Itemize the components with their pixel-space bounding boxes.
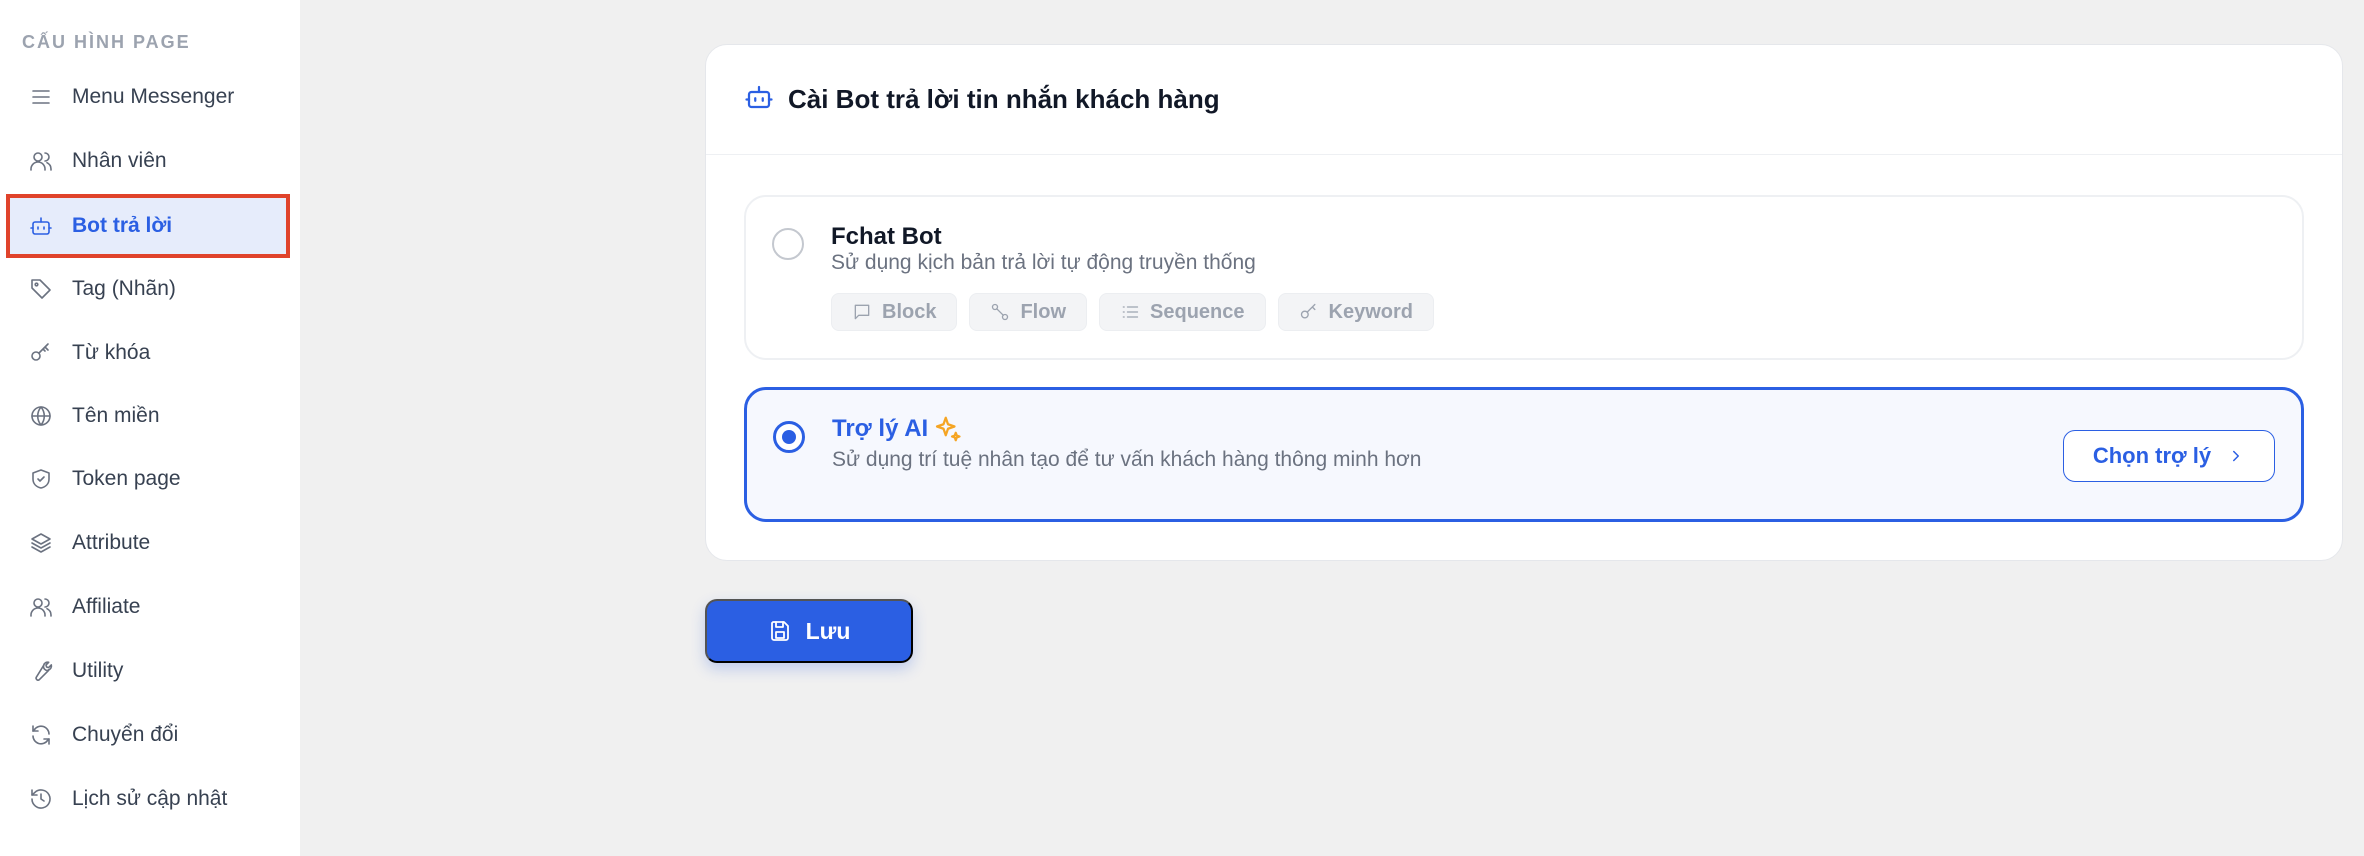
sidebar-item-ten-mien[interactable]: Tên miền [6, 386, 290, 446]
globe-icon [28, 403, 54, 429]
sidebar-item-nhan-vien[interactable]: Nhân viên [6, 131, 290, 191]
menu-icon [28, 84, 54, 110]
bot-icon [744, 82, 774, 117]
key-icon [28, 340, 54, 366]
sidebar-item-label: Tên miền [72, 404, 160, 427]
ai-assistant-title: Trợ lý AI [832, 415, 929, 442]
sidebar-item-label: Từ khóa [72, 341, 151, 364]
chip-keyword: Keyword [1277, 293, 1434, 331]
sidebar-item-label: Lịch sử cập nhật [72, 787, 228, 810]
sidebar-item-affiliate[interactable]: Affiliate [6, 577, 290, 637]
choose-assistant-button[interactable]: Chọn trợ lý [2063, 430, 2275, 482]
users-icon [28, 148, 54, 174]
sidebar-item-menu-messenger[interactable]: Menu Messenger [6, 67, 290, 127]
sidebar-item-label: Utility [72, 659, 124, 682]
sidebar-item-label: Nhân viên [72, 149, 167, 172]
key-icon [1300, 303, 1315, 319]
chevron-right-icon [2233, 450, 2240, 462]
sidebar-item-tu-khoa[interactable]: Từ khóa [6, 323, 290, 383]
sidebar-item-chuyen-doi[interactable]: Chuyển đổi [6, 705, 290, 765]
fchat-bot-title: Fchat Bot [831, 223, 942, 250]
chip-label: Keyword [1328, 300, 1413, 323]
ai-assistant-description: Sử dụng trí tuệ nhân tạo để tư vấn khách… [832, 448, 1422, 471]
sidebar-item-token-page[interactable]: Token page [6, 449, 290, 509]
sidebar-item-lich-su-cap-nhat[interactable]: Lịch sử cập nhật [6, 769, 290, 829]
fchat-feature-chips: Block Flow Sequence Keyword [831, 293, 1434, 331]
wrench-icon [28, 658, 54, 684]
sidebar-item-label: Token page [72, 467, 181, 490]
sidebar-item-label: Bot trả lời [72, 214, 173, 237]
sidebar-item-label: Tag (Nhãn) [72, 277, 176, 300]
card-title: Cài Bot trả lời tin nhắn khách hàng [788, 84, 1220, 114]
fchat-bot-option[interactable]: Fchat Bot Sử dụng kịch bản trả lời tự độ… [744, 195, 2304, 360]
chip-block: Block [831, 293, 958, 331]
bot-settings-card: Cài Bot trả lời tin nhắn khách hàng Fcha… [705, 44, 2343, 561]
chip-label: Sequence [1150, 300, 1245, 323]
chip-flow: Flow [969, 293, 1088, 331]
sparkles-icon [932, 414, 962, 444]
sidebar: CẤU HÌNH PAGE Menu Messenger Nhân viên B… [0, 0, 300, 856]
flow-icon [992, 303, 1009, 321]
bot-icon [28, 213, 54, 239]
sidebar-heading: CẤU HÌNH PAGE [22, 32, 191, 52]
save-icon [770, 621, 789, 641]
sidebar-item-tag[interactable]: Tag (Nhãn) [6, 259, 290, 319]
list-icon [1122, 306, 1139, 318]
sidebar-item-label: Chuyển đổi [72, 723, 179, 746]
save-button-label: Lưu [805, 617, 851, 644]
fchat-bot-description: Sử dụng kịch bản trả lời tự động truyền … [831, 251, 1256, 274]
message-square-icon [854, 304, 870, 320]
sidebar-item-label: Affiliate [72, 595, 141, 618]
save-button[interactable]: Lưu [705, 599, 913, 663]
ai-assistant-radio[interactable] [773, 421, 805, 453]
card-header: Cài Bot trả lời tin nhắn khách hàng [706, 45, 2342, 155]
sidebar-item-attribute[interactable]: Attribute [6, 513, 290, 573]
layers-icon [28, 530, 54, 556]
users-icon [28, 594, 54, 620]
fchat-bot-radio[interactable] [772, 228, 804, 260]
sidebar-item-bot-tra-loi[interactable]: Bot trả lời [6, 194, 290, 258]
history-icon [28, 786, 54, 812]
ai-assistant-option[interactable]: Trợ lý AI Sử dụng trí tuệ nhân tạo để tư… [744, 387, 2304, 522]
chip-label: Block [882, 300, 937, 323]
sidebar-item-label: Menu Messenger [72, 85, 235, 108]
shield-icon [28, 466, 54, 492]
tag-icon [28, 276, 54, 302]
choose-assistant-label: Chọn trợ lý [2092, 443, 2212, 468]
sidebar-item-utility[interactable]: Utility [6, 641, 290, 701]
refresh-icon [28, 722, 54, 748]
chip-sequence: Sequence [1099, 293, 1266, 331]
sidebar-item-label: Attribute [72, 531, 151, 554]
chip-label: Flow [1020, 300, 1067, 323]
